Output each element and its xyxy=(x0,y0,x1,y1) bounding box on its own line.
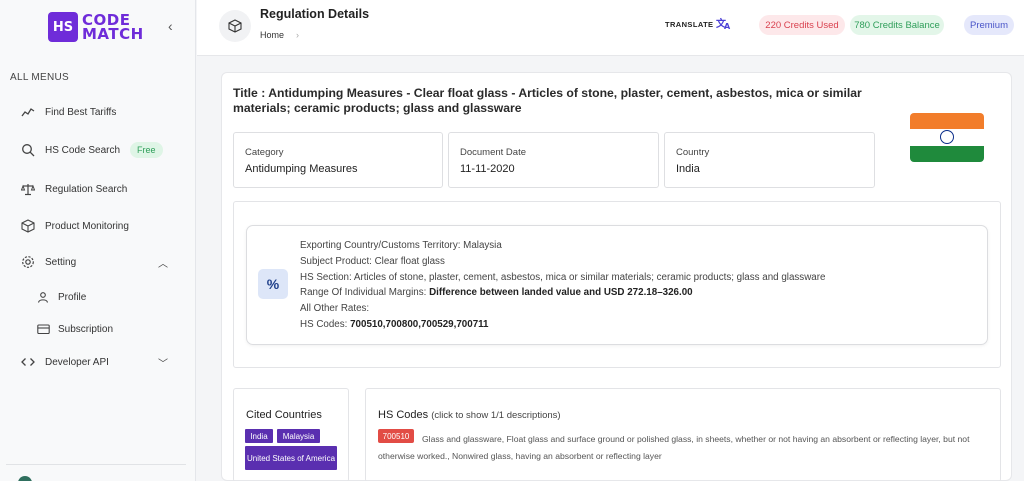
hs-codes-note: (click to show 1/1 descriptions) xyxy=(431,410,561,421)
document-date-box: Document Date 11-11-2020 xyxy=(448,132,659,188)
logo[interactable]: HS CODE MATCH xyxy=(48,12,144,42)
premium-badge[interactable]: Premium xyxy=(964,15,1014,35)
breadcrumb: Home › xyxy=(260,30,299,40)
cited-countries-title: Cited Countries xyxy=(246,409,322,421)
hs-codes-title[interactable]: HS Codes (click to show 1/1 descriptions… xyxy=(378,409,561,421)
exporting-country: Exporting Country/Customs Territory: Mal… xyxy=(300,240,502,251)
sidebar-item-label: HS Code Search xyxy=(45,144,121,156)
subject-product: Subject Product: Clear float glass xyxy=(300,255,445,267)
sidebar-item-label: Regulation Search xyxy=(45,183,128,195)
trend-icon xyxy=(20,104,36,120)
code-icon xyxy=(20,354,36,370)
cited-countries-panel: Cited Countries India Malaysia United St… xyxy=(233,388,349,481)
sidebar-item-label: Setting xyxy=(45,256,77,268)
percent-icon: % xyxy=(258,269,288,299)
details-section: % Exporting Country/Customs Territory: M… xyxy=(233,201,1001,368)
breadcrumb-separator-icon: › xyxy=(296,30,300,40)
page-title: Regulation Details xyxy=(260,7,370,21)
credits-balance-badge: 780 Credits Balance xyxy=(850,15,944,35)
logo-text: CODE MATCH xyxy=(82,13,144,43)
country-tag-malaysia[interactable]: Malaysia xyxy=(277,429,320,443)
breadcrumb-home[interactable]: Home xyxy=(260,30,284,40)
sidebar-item-regulation-search[interactable]: Regulation Search xyxy=(20,181,180,197)
gear-icon xyxy=(20,254,36,270)
category-box: Category Antidumping Measures xyxy=(233,132,443,188)
logo-line-2: MATCH xyxy=(82,25,144,43)
regulation-title: Title : Antidumping Measures - Clear flo… xyxy=(233,86,862,115)
sidebar-item-developer-api[interactable]: Developer API ﹀ xyxy=(20,354,180,370)
chevron-up-icon[interactable]: ︿ xyxy=(158,255,168,270)
sidebar-item-hs-code-search[interactable]: HS Code Search Free xyxy=(20,142,180,158)
free-badge: Free xyxy=(130,142,163,158)
translate-icon: 文A xyxy=(716,16,732,32)
hs-codes-line: HS Codes: 700510,700800,700529,700711 xyxy=(300,318,489,330)
box-icon xyxy=(219,10,251,42)
card-icon xyxy=(36,322,50,336)
credits-used-badge: 220 Credits Used xyxy=(759,15,845,35)
hs-codes-panel[interactable]: HS Codes (click to show 1/1 descriptions… xyxy=(365,388,1001,481)
india-flag-icon xyxy=(910,113,984,162)
sidebar-item-label: Product Monitoring xyxy=(45,220,129,232)
country-box: Country India xyxy=(664,132,875,188)
menu-heading: ALL MENUS xyxy=(10,72,70,83)
category-value: Antidumping Measures xyxy=(245,163,358,175)
sidebar-item-label: Subscription xyxy=(58,323,114,335)
details-panel: % Exporting Country/Customs Territory: M… xyxy=(246,225,988,345)
top-header: Regulation Details Home › TRANSLATE 文A 22… xyxy=(197,0,1024,56)
sidebar-item-subscription[interactable]: Subscription xyxy=(36,322,113,336)
box-icon xyxy=(20,218,36,234)
translate-button[interactable]: TRANSLATE 文A xyxy=(665,16,732,32)
country-value: India xyxy=(676,163,700,175)
document-date-label: Document Date xyxy=(460,147,527,158)
sidebar-item-label: Profile xyxy=(58,291,87,303)
sidebar-item-label: Developer API xyxy=(45,356,109,368)
details-lines: Exporting Country/Customs Territory: Mal… xyxy=(300,238,825,333)
chevron-down-icon[interactable]: ﹀ xyxy=(158,355,168,370)
country-label: Country xyxy=(676,147,710,158)
collapse-sidebar-icon[interactable]: ‹ xyxy=(168,18,173,34)
country-tag-india[interactable]: India xyxy=(245,429,273,443)
hs-code-description: Glass and glassware, Float glass and sur… xyxy=(378,434,970,461)
hs-section: HS Section: Articles of stone, plaster, … xyxy=(300,271,826,283)
sidebar-item-setting[interactable]: Setting ︿ xyxy=(20,254,180,270)
translate-label: TRANSLATE xyxy=(665,19,714,29)
regulation-card: Title : Antidumping Measures - Clear flo… xyxy=(221,72,1012,481)
scale-icon xyxy=(20,181,36,197)
sidebar-divider xyxy=(6,464,186,465)
country-tag-usa[interactable]: United States of America xyxy=(245,446,337,470)
search-icon xyxy=(20,142,36,158)
sidebar-item-find-best-tariffs[interactable]: Find Best Tariffs xyxy=(20,104,180,120)
all-other-rates: All Other Rates: xyxy=(300,303,370,315)
category-label: Category xyxy=(245,147,284,158)
sidebar-item-profile[interactable]: Profile xyxy=(36,290,86,304)
individual-margins: Range Of Individual Margins: Difference … xyxy=(300,287,693,299)
sidebar: HS CODE MATCH ‹ ALL MENUS Find Best Tari… xyxy=(0,0,196,481)
avatar[interactable] xyxy=(18,476,32,481)
user-icon xyxy=(36,290,50,304)
svg-text:A: A xyxy=(724,22,731,30)
sidebar-item-product-monitoring[interactable]: Product Monitoring xyxy=(20,218,180,234)
logo-mark: HS xyxy=(48,12,78,42)
sidebar-item-label: Find Best Tariffs xyxy=(45,106,117,118)
document-date-value: 11-11-2020 xyxy=(460,163,515,175)
